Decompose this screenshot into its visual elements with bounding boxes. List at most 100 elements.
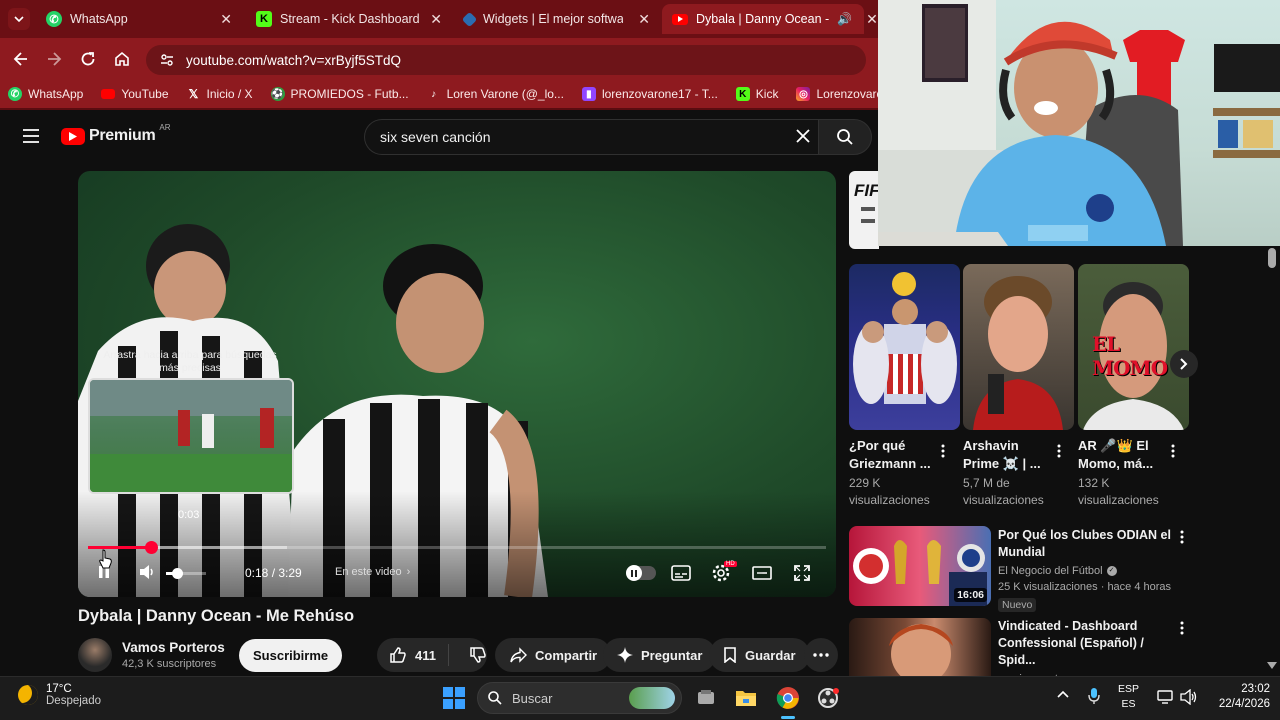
recommended-thumbnail[interactable]: 16:06 bbox=[849, 526, 991, 606]
taskbar-search[interactable]: Buscar bbox=[477, 682, 682, 714]
subscribe-button[interactable]: Suscribirme bbox=[239, 639, 343, 672]
short-thumbnail[interactable] bbox=[849, 264, 960, 430]
video-player[interactable]: Arrastra hacia arriba para búsquedas más… bbox=[78, 171, 836, 597]
subtitles-icon bbox=[671, 565, 691, 581]
bookmark-x[interactable]: 𝕏 Inicio / X bbox=[187, 87, 253, 101]
bookmark-label: WhatsApp bbox=[28, 87, 84, 101]
youtube-icon bbox=[672, 13, 688, 25]
file-explorer-button[interactable] bbox=[732, 684, 760, 712]
task-view-button[interactable] bbox=[692, 684, 720, 712]
bookmark-whatsapp[interactable]: ✆ WhatsApp bbox=[8, 87, 83, 101]
youtube-logo[interactable]: Premium AR bbox=[61, 123, 171, 145]
theater-mode-button[interactable] bbox=[752, 565, 772, 581]
mouse-cursor bbox=[98, 549, 114, 569]
back-button[interactable] bbox=[12, 50, 30, 68]
recommended-info[interactable]: Por Qué los Clubes ODIAN el Mundial El N… bbox=[998, 527, 1172, 613]
chevron-right-icon bbox=[1180, 358, 1188, 370]
search-button[interactable] bbox=[818, 119, 872, 155]
subtitles-button[interactable] bbox=[671, 565, 691, 581]
bookmark-twitch[interactable]: ▮ lorenzovarone17 - T... bbox=[581, 87, 718, 101]
instagram-icon: ◎ bbox=[796, 87, 811, 101]
obs-button[interactable] bbox=[814, 684, 842, 712]
search-icon bbox=[488, 691, 502, 705]
bookmark-promiedos[interactable]: ⚽ PROMIEDOS - Futb... bbox=[270, 87, 409, 101]
chapter-button[interactable]: En este video › bbox=[335, 566, 410, 578]
shorts-next-button[interactable] bbox=[1170, 350, 1198, 378]
short-views: visualizaciones bbox=[963, 493, 1044, 507]
bookmark-kick[interactable]: K Kick bbox=[735, 87, 778, 101]
weather-temp: 17°C bbox=[46, 683, 72, 695]
clock[interactable]: 23:02 22/4/2026 bbox=[1208, 683, 1270, 710]
share-button[interactable]: Compartir bbox=[495, 638, 612, 672]
chrome-button[interactable] bbox=[774, 684, 802, 712]
short-thumbnail[interactable]: EL MOMO bbox=[1078, 264, 1189, 430]
recommended-menu-button[interactable] bbox=[1180, 621, 1184, 635]
language-indicator[interactable]: ESP ES bbox=[1118, 683, 1139, 710]
dislike-button[interactable] bbox=[457, 646, 499, 664]
recommended-thumbnail[interactable] bbox=[849, 618, 991, 676]
short-info[interactable]: AR 🎤👑 El Momo, má... 132 K visualizacion… bbox=[1078, 437, 1168, 509]
fullscreen-button[interactable] bbox=[793, 564, 811, 582]
progress-bar[interactable] bbox=[88, 541, 826, 554]
tab-kick[interactable]: K Stream - Kick Dashboard ✕ bbox=[246, 4, 452, 34]
hidden-icons-button[interactable] bbox=[1057, 690, 1069, 698]
network-button[interactable] bbox=[1157, 690, 1173, 704]
search-input[interactable]: six seven canción bbox=[364, 119, 818, 155]
youtube-icon bbox=[101, 89, 116, 99]
ad-banner[interactable]: FIF bbox=[849, 171, 879, 249]
more-actions-button[interactable] bbox=[804, 638, 838, 672]
forward-button[interactable] bbox=[45, 50, 63, 68]
site-info-icon[interactable] bbox=[160, 53, 174, 67]
close-icon[interactable]: ✕ bbox=[638, 11, 650, 28]
logo-text: Premium bbox=[89, 127, 156, 144]
ask-button[interactable]: Preguntar bbox=[603, 638, 717, 672]
short-views: 132 K bbox=[1078, 476, 1110, 490]
short-thumbnail[interactable] bbox=[963, 264, 1074, 430]
microphone-button[interactable] bbox=[1088, 687, 1100, 705]
address-bar[interactable]: youtube.com/watch?v=xrByjf5STdQ bbox=[146, 45, 866, 75]
close-icon[interactable]: ✕ bbox=[430, 11, 442, 28]
ask-label: Preguntar bbox=[641, 647, 703, 663]
short-info[interactable]: ¿Por qué Griezmann ... 229 K visualizaci… bbox=[849, 437, 939, 509]
short-menu-button[interactable] bbox=[941, 444, 945, 458]
channel-name[interactable]: Vamos Porteros bbox=[122, 640, 225, 655]
home-button[interactable] bbox=[113, 50, 131, 68]
tab-whatsapp[interactable]: ✆ WhatsApp ✕ bbox=[36, 4, 242, 34]
short-info[interactable]: Arshavin Prime ☠️ | ... 5,7 M de visuali… bbox=[963, 437, 1053, 509]
settings-button[interactable]: HD bbox=[711, 561, 737, 583]
volume-slider[interactable] bbox=[166, 568, 206, 579]
short-menu-button[interactable] bbox=[1057, 444, 1061, 458]
scroll-down-arrow[interactable] bbox=[1267, 662, 1277, 670]
seek-preview bbox=[88, 378, 294, 494]
seek-hint: Arrastra hacia arriba para búsquedas más… bbox=[103, 349, 277, 374]
channel-avatar[interactable] bbox=[78, 638, 112, 672]
close-icon[interactable]: ✕ bbox=[220, 11, 232, 28]
kick-icon: K bbox=[735, 87, 750, 101]
tab-search-button[interactable] bbox=[8, 8, 30, 30]
video-duration: 16:06 bbox=[954, 588, 987, 602]
menu-button[interactable] bbox=[22, 128, 40, 144]
tab-widgets[interactable]: Widgets | El mejor software ✕ bbox=[454, 4, 660, 34]
bookmark-tiktok[interactable]: ♪ Loren Varone (@_lo... bbox=[427, 87, 564, 101]
clear-search-button[interactable] bbox=[795, 128, 811, 144]
weather-widget[interactable]: 17°C Despejado bbox=[18, 683, 101, 707]
mute-button[interactable] bbox=[138, 564, 156, 580]
recommended-menu-button[interactable] bbox=[1180, 530, 1184, 544]
reload-button[interactable] bbox=[79, 50, 97, 68]
short-menu-button[interactable] bbox=[1171, 444, 1175, 458]
time-display: 0:18 / 3:29 bbox=[245, 566, 302, 580]
start-button[interactable] bbox=[440, 684, 468, 712]
bookmark-label: Loren Varone (@_lo... bbox=[446, 87, 564, 101]
tab-youtube-active[interactable]: Dybala | Danny Ocean - 🔊 ✕ bbox=[662, 4, 878, 34]
bookmark-youtube[interactable]: YouTube bbox=[101, 87, 169, 101]
volume-button[interactable] bbox=[1180, 689, 1198, 705]
speaker-icon[interactable]: 🔊 bbox=[837, 12, 852, 26]
page-scrollbar[interactable] bbox=[1268, 248, 1276, 268]
close-icon[interactable]: ✕ bbox=[866, 11, 878, 28]
save-button[interactable]: Guardar bbox=[709, 638, 810, 672]
autoplay-toggle[interactable] bbox=[626, 565, 656, 581]
chrome-icon bbox=[776, 687, 799, 709]
like-button[interactable]: 411 bbox=[377, 644, 449, 666]
volume-handle[interactable] bbox=[172, 568, 183, 579]
short-title: Griezmann ... bbox=[849, 456, 931, 471]
